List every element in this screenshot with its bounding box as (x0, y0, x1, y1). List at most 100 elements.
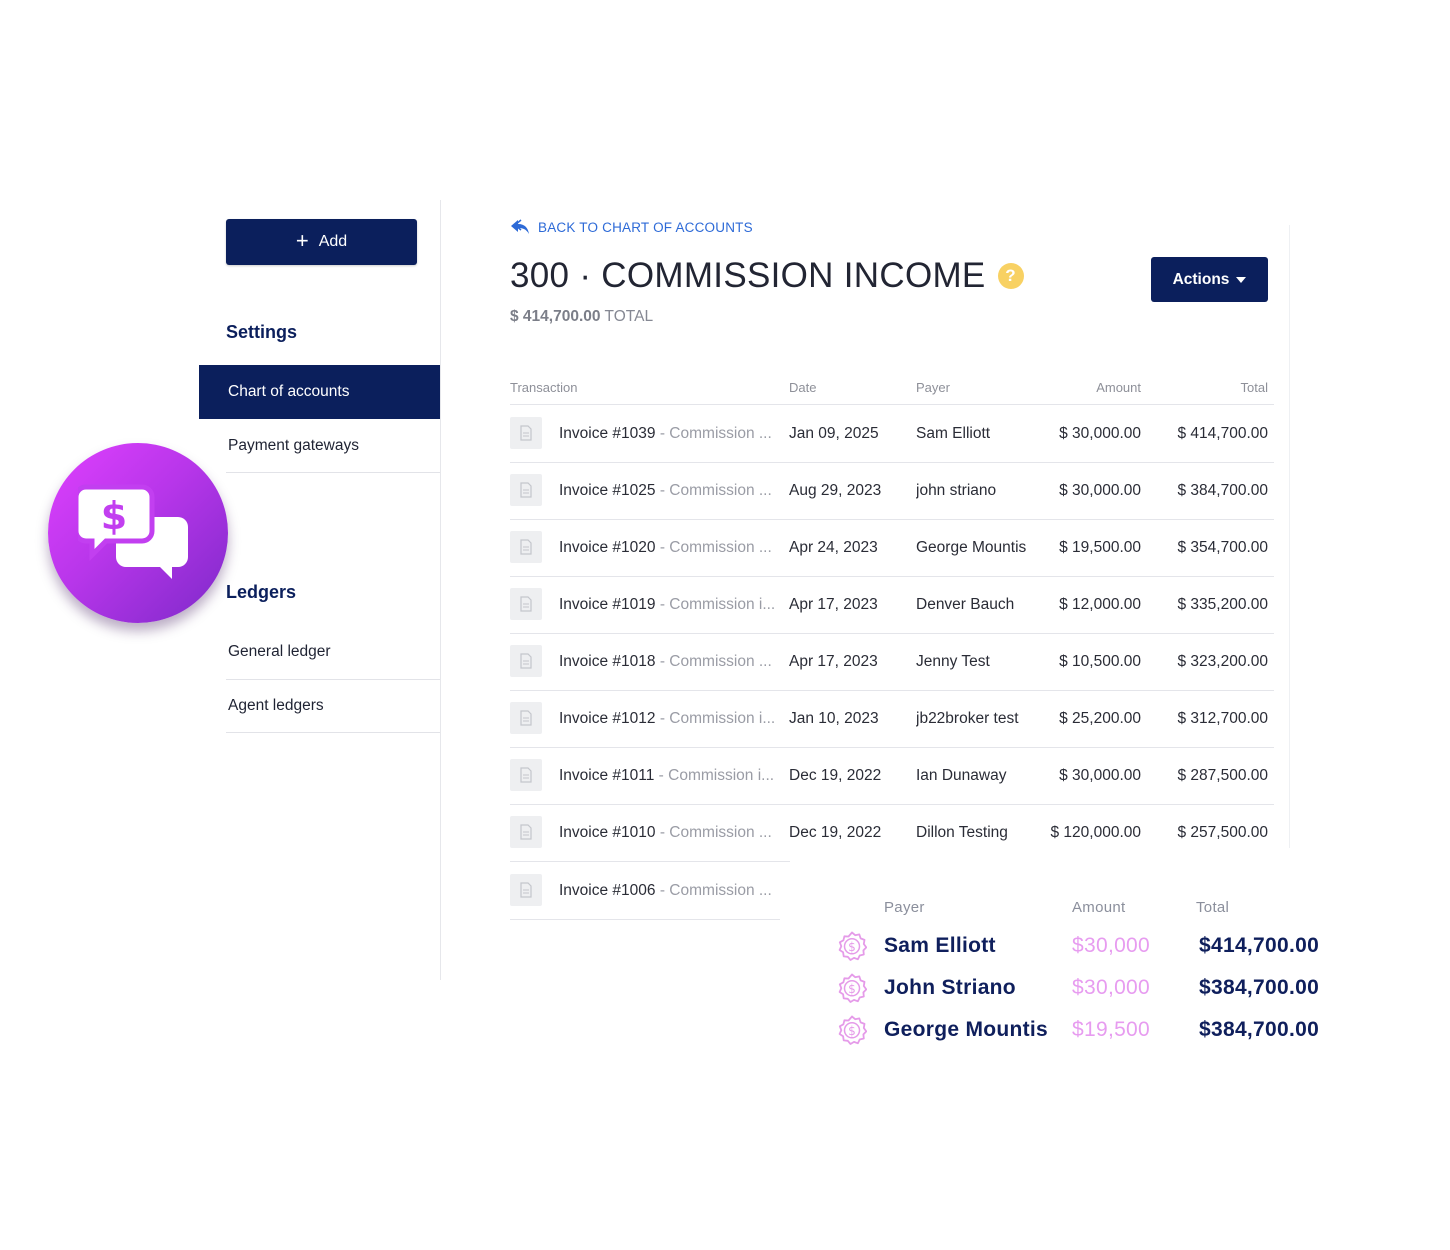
summary-header-total: Total (1196, 899, 1230, 916)
page-title-text: 300 · COMMISSION INCOME (510, 256, 986, 295)
total-cell: $ 335,200.00 (1177, 596, 1268, 613)
table-row[interactable]: Invoice #1020 - Commission ... Apr 24, 2… (510, 519, 1274, 577)
transaction-memo: - Commission i... (655, 596, 776, 613)
back-to-chart-link[interactable]: BACK TO CHART OF ACCOUNTS (510, 219, 753, 235)
table-row[interactable]: Invoice #1006 - Commission ... De (510, 862, 809, 920)
page-title: 300 · COMMISSION INCOME ? (510, 256, 1024, 296)
document-icon (510, 816, 542, 848)
transaction-memo: - Commission i... (654, 767, 775, 784)
account-total-label: TOTAL (604, 308, 654, 325)
transaction-cell[interactable]: Invoice #1025 - Commission ... (559, 462, 784, 519)
summary-payer: John Striano (884, 976, 1016, 999)
sidebar-item-agent-ledgers[interactable]: Agent ledgers (199, 679, 440, 733)
transaction-cell[interactable]: Invoice #1018 - Commission ... (559, 633, 784, 690)
transaction-cell[interactable]: Invoice #1012 - Commission i... (559, 690, 784, 747)
svg-text:$: $ (848, 1024, 856, 1038)
table-row[interactable]: Invoice #1011 - Commission i... Dec 19, … (510, 747, 1274, 805)
column-header-transaction[interactable]: Transaction (510, 380, 577, 395)
invoice-number: Invoice #1020 (559, 539, 656, 556)
column-header-date[interactable]: Date (789, 380, 816, 395)
amount-cell: $ 30,000.00 (1059, 767, 1141, 784)
payer-cell: john striano (916, 482, 997, 499)
dollar-badge-icon: $ (838, 973, 867, 1003)
transaction-memo: - Commission ... (655, 425, 772, 442)
amount-cell: $ 12,000.00 (1059, 596, 1141, 613)
total-cell: $ 354,700.00 (1177, 539, 1268, 556)
document-icon (510, 702, 542, 734)
sidebar-border (440, 200, 441, 980)
invoice-number: Invoice #1025 (559, 482, 656, 499)
table-row[interactable]: Invoice #1019 - Commission i... Apr 17, … (510, 576, 1274, 634)
transaction-memo: - Commission ... (655, 482, 772, 499)
document-icon (510, 588, 542, 620)
payer-summary-card: Payer Amount Total $ Sam Elliott $30,000… (790, 848, 1400, 1078)
payer-cell: Sam Elliott (916, 425, 991, 442)
document-icon (510, 759, 542, 791)
table-row[interactable]: Invoice #1025 - Commission ... Aug 29, 2… (510, 462, 1274, 520)
payer-cell: jb22broker test (916, 710, 1019, 727)
transaction-memo: - Commission ... (655, 539, 772, 556)
plus-icon: + (295, 228, 309, 253)
invoice-number: Invoice #1019 (559, 596, 656, 613)
dollar-chat-bubbles-icon: $ (78, 484, 188, 579)
date-cell: Apr 17, 2023 (789, 596, 878, 613)
summary-total: $414,700.00 (1199, 934, 1320, 957)
invoice-number: Invoice #1011 (559, 767, 655, 784)
transaction-cell[interactable]: Invoice #1011 - Commission i... (559, 747, 784, 804)
payer-cell: Denver Bauch (916, 596, 1015, 613)
amount-cell: $ 30,000.00 (1059, 482, 1141, 499)
table-row[interactable]: Invoice #1018 - Commission ... Apr 17, 2… (510, 633, 1274, 691)
sidebar-item-chart-of-accounts[interactable]: Chart of accounts (199, 365, 440, 419)
summary-row: $ George Mountis $19,500 $384,700.00 (790, 1011, 1390, 1053)
column-header-amount[interactable]: Amount (1040, 380, 1141, 395)
add-button[interactable]: + Add (226, 219, 417, 265)
transaction-memo: - Commission ... (655, 824, 772, 841)
account-total: $ 414,700.00 TOTAL (510, 308, 653, 326)
transaction-cell[interactable]: Invoice #1020 - Commission ... (559, 519, 784, 576)
total-cell: $ 287,500.00 (1177, 767, 1268, 784)
transaction-cell[interactable]: Invoice #1006 - Commission ... (559, 862, 784, 919)
column-header-payer[interactable]: Payer (916, 380, 950, 395)
summary-row: $ John Striano $30,000 $384,700.00 (790, 969, 1390, 1011)
actions-button[interactable]: Actions (1151, 257, 1268, 302)
amount-cell: $ 30,000.00 (1059, 425, 1141, 442)
table-row[interactable]: Invoice #1012 - Commission i... Jan 10, … (510, 690, 1274, 748)
summary-header-payer: Payer (884, 899, 925, 916)
dollar-badge-icon: $ (838, 931, 867, 961)
transaction-cell[interactable]: Invoice #1019 - Commission i... (559, 576, 784, 633)
transaction-cell[interactable]: Invoice #1039 - Commission ... (559, 405, 784, 462)
document-icon (510, 417, 542, 449)
svg-text:$: $ (848, 940, 856, 954)
invoice-number: Invoice #1012 (559, 710, 656, 727)
sidebar-divider (226, 732, 440, 733)
date-cell: Apr 24, 2023 (789, 539, 878, 556)
total-cell: $ 312,700.00 (1177, 710, 1268, 727)
date-cell: Dec 19, 2022 (789, 767, 882, 784)
ledgers-heading: Ledgers (226, 582, 297, 602)
transaction-cell[interactable]: Invoice #1010 - Commission ... (559, 804, 784, 861)
sidebar-divider (226, 472, 440, 473)
reply-arrow-icon (511, 219, 529, 234)
summary-amount: $30,000 (1072, 976, 1151, 999)
payer-cell: Jenny Test (916, 653, 990, 670)
date-cell: Apr 17, 2023 (789, 653, 878, 670)
payer-cell: Ian Dunaway (916, 767, 1007, 784)
document-icon (510, 874, 542, 906)
amount-cell: $ 10,500.00 (1059, 653, 1141, 670)
sidebar-item-payment-gateways[interactable]: Payment gateways (199, 419, 440, 473)
invoice-number: Invoice #1006 (559, 882, 656, 899)
help-icon[interactable]: ? (997, 263, 1024, 289)
document-icon (510, 474, 542, 506)
column-header-total[interactable]: Total (1168, 380, 1268, 395)
sidebar-item-general-ledger[interactable]: General ledger (199, 625, 440, 679)
back-link-label: BACK TO CHART OF ACCOUNTS (538, 219, 753, 235)
table-row[interactable]: Invoice #1039 - Commission ... Jan 09, 2… (510, 405, 1274, 463)
summary-payer: Sam Elliott (884, 934, 996, 957)
document-icon (510, 531, 542, 563)
transaction-memo: - Commission ... (655, 653, 772, 670)
dollar-chat-badge: $ (48, 443, 228, 623)
panel-border (1289, 225, 1290, 850)
svg-text:$: $ (101, 494, 127, 538)
settings-heading: Settings (226, 322, 298, 342)
invoice-number: Invoice #1039 (559, 425, 656, 442)
